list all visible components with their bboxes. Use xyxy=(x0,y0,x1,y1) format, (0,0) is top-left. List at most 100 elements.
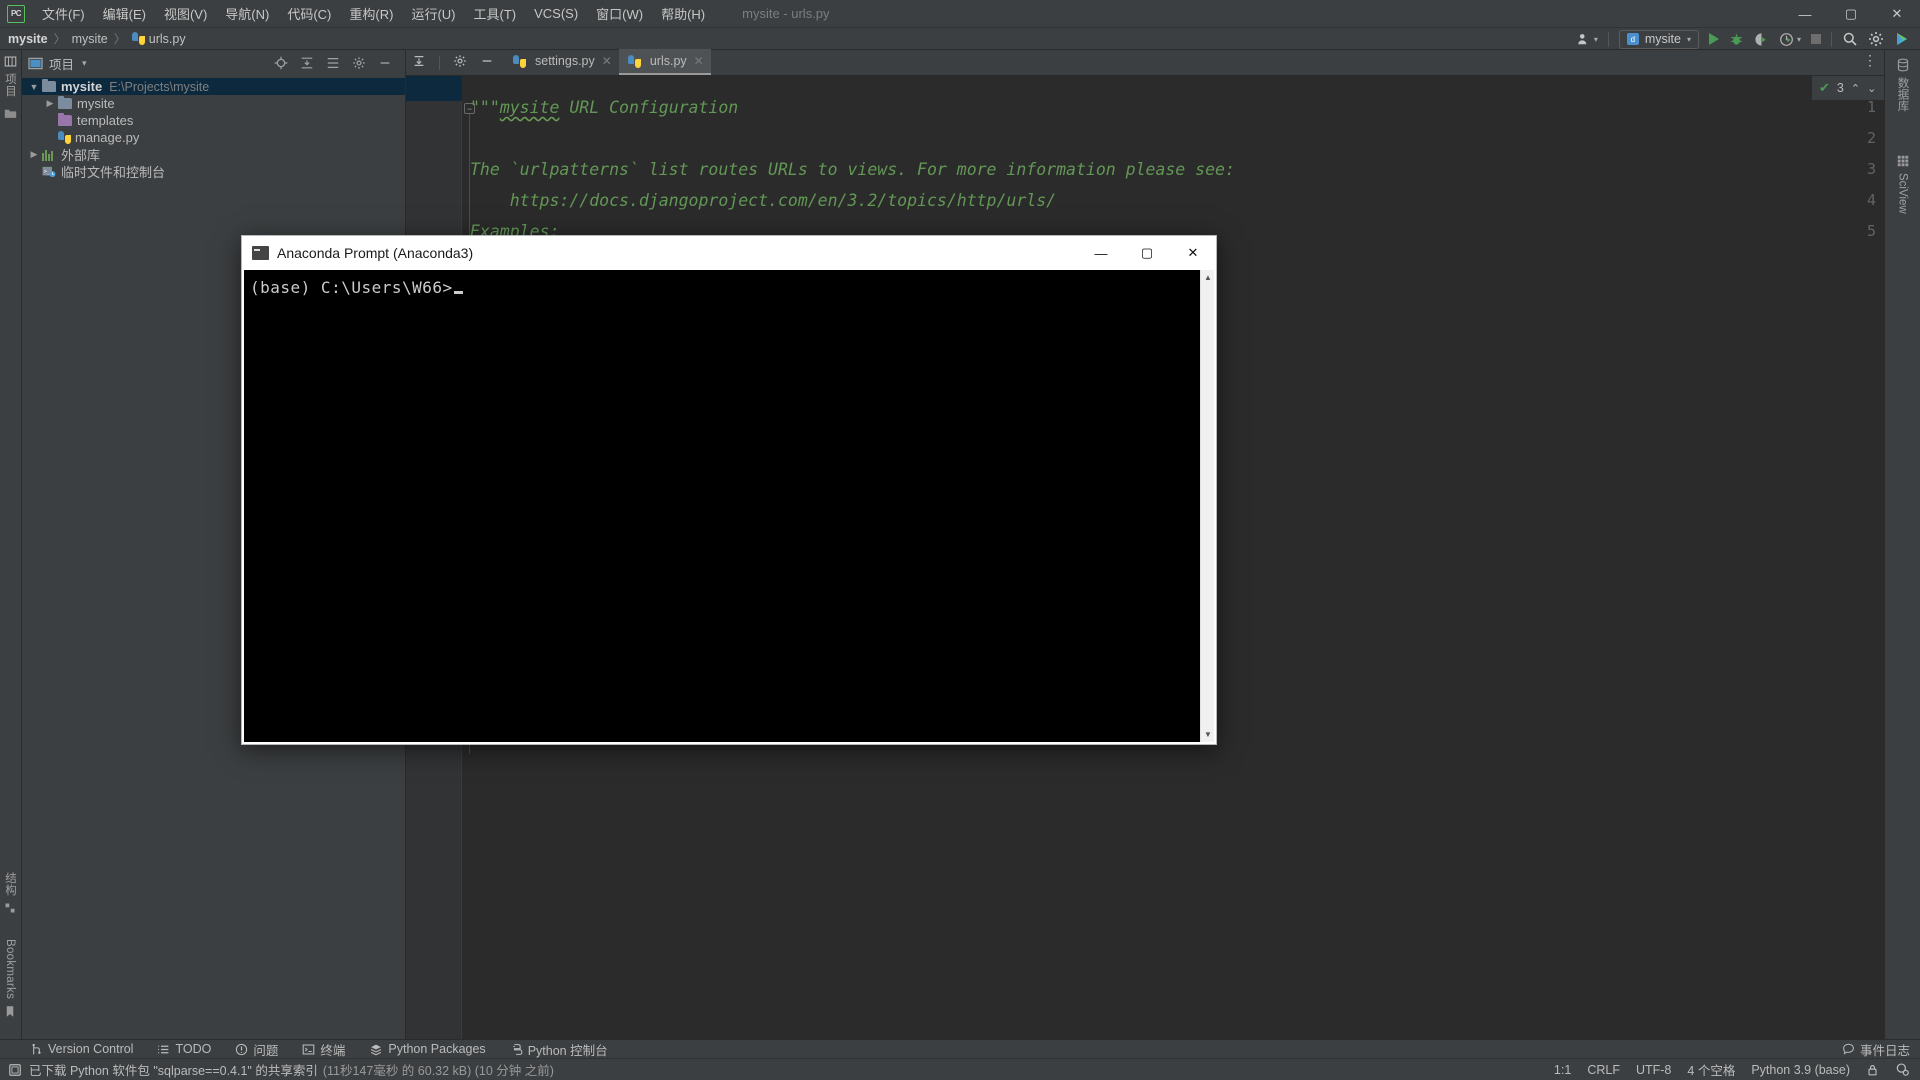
window-close-button[interactable]: ✕ xyxy=(1874,0,1920,28)
editor-more-icon[interactable]: ⋮ xyxy=(1863,52,1878,69)
menu-help[interactable]: 帮助(H) xyxy=(652,0,714,27)
python-file-icon xyxy=(513,54,526,68)
hide-panel-icon[interactable] xyxy=(377,55,393,71)
locate-icon[interactable] xyxy=(273,55,289,71)
inspection-widget[interactable]: ✔ 3 ⌃ ⌄ xyxy=(1812,76,1884,100)
tab-close-icon[interactable]: ✕ xyxy=(694,54,704,68)
breadcrumb-project[interactable]: mysite xyxy=(8,32,48,46)
breadcrumb-folder[interactable]: mysite xyxy=(72,32,108,46)
collapse-all-icon[interactable] xyxy=(299,55,315,71)
rail-structure[interactable]: 结构 xyxy=(2,872,18,915)
tool-python-packages[interactable]: Python Packages xyxy=(369,1042,486,1056)
breadcrumb-separator-1: 〉 xyxy=(53,32,66,46)
editor-expand-icon[interactable] xyxy=(412,54,426,71)
tool-version-control[interactable]: Version Control xyxy=(30,1042,133,1056)
folder-rail-icon[interactable] xyxy=(3,106,17,120)
search-icon[interactable] xyxy=(1842,31,1858,47)
terminal-output-area[interactable]: (base) C:\Users\W66> xyxy=(244,270,1201,742)
editor-hide-icon[interactable] xyxy=(480,54,494,71)
account-icon[interactable]: ▾ xyxy=(1577,32,1598,46)
settings-icon[interactable] xyxy=(351,55,367,71)
inspector-icon[interactable] xyxy=(1895,1062,1910,1077)
python-interpreter[interactable]: Python 3.9 (base) xyxy=(1751,1063,1850,1077)
menu-navigate[interactable]: 导航(N) xyxy=(216,0,278,27)
dialog-maximize-button[interactable]: ▢ xyxy=(1124,236,1170,270)
tree-node-templates[interactable]: templates xyxy=(22,112,405,129)
dialog-minimize-button[interactable]: — xyxy=(1078,236,1124,270)
inspection-next-button[interactable]: ⌄ xyxy=(1867,82,1876,95)
file-encoding[interactable]: UTF-8 xyxy=(1636,1063,1671,1077)
dialog-close-button[interactable]: ✕ xyxy=(1170,236,1216,270)
window-maximize-button[interactable]: ▢ xyxy=(1828,0,1874,28)
rail-item-database[interactable]: 数据库 xyxy=(1895,58,1911,112)
dialog-window-controls: — ▢ ✕ xyxy=(1078,236,1216,270)
menu-tools[interactable]: 工具(T) xyxy=(464,0,525,27)
tab-settings-py[interactable]: settings.py ✕ xyxy=(504,49,619,75)
tool-python-console[interactable]: Python 控制台 xyxy=(510,1040,608,1059)
tool-todo[interactable]: TODO xyxy=(157,1042,211,1056)
tool-todo-label: TODO xyxy=(175,1042,212,1056)
anaconda-prompt-window[interactable]: Anaconda Prompt (Anaconda3) — ▢ ✕ (base)… xyxy=(241,235,1217,745)
tree-node-外部库[interactable]: ▶ 外部库 xyxy=(22,146,405,163)
scrollbar-up-arrow[interactable]: ▲ xyxy=(1201,270,1215,285)
caret-position[interactable]: 1:1 xyxy=(1554,1063,1571,1077)
updates-icon[interactable] xyxy=(1894,31,1910,47)
tree-node-mysite[interactable]: ▶ mysite xyxy=(22,95,405,112)
project-panel-title: 项目 xyxy=(49,57,75,72)
balloon-icon xyxy=(1843,1043,1854,1055)
notification-icon[interactable] xyxy=(8,1063,22,1077)
stop-button[interactable] xyxy=(1811,34,1821,44)
rail-item-sciview[interactable]: SciView xyxy=(1896,154,1910,213)
tool-problems[interactable]: 问题 xyxy=(235,1040,278,1059)
menu-code[interactable]: 代码(C) xyxy=(278,0,340,27)
terminal-scrollbar[interactable]: ▲ ▼ xyxy=(1200,270,1214,742)
editor-settings-icon[interactable] xyxy=(453,54,467,71)
project-panel-icon[interactable] xyxy=(3,54,17,68)
run-configuration-selector[interactable]: d mysite ▾ xyxy=(1618,29,1699,49)
menu-edit[interactable]: 编辑(E) xyxy=(94,0,155,27)
breadcrumb-file[interactable]: urls.py xyxy=(149,32,186,46)
dialog-title-bar[interactable]: Anaconda Prompt (Anaconda3) — ▢ ✕ xyxy=(242,236,1216,270)
chevron-right-icon[interactable]: ▶ xyxy=(26,149,42,160)
window-title: mysite - urls.py xyxy=(742,6,830,21)
coverage-button[interactable] xyxy=(1754,32,1769,47)
window-minimize-button[interactable]: — xyxy=(1782,0,1828,28)
inspection-previous-button[interactable]: ⌃ xyxy=(1851,82,1860,95)
folder-module-wrap xyxy=(58,95,77,109)
debug-button[interactable] xyxy=(1729,32,1744,47)
chevron-down-icon[interactable]: ▼ xyxy=(26,82,42,92)
scrollbar-down-arrow[interactable]: ▼ xyxy=(1201,727,1215,742)
run-button[interactable] xyxy=(1708,33,1719,45)
menu-vcs[interactable]: VCS(S) xyxy=(525,2,587,25)
expand-all-icon[interactable] xyxy=(325,55,341,71)
line-separator[interactable]: CRLF xyxy=(1587,1063,1620,1077)
python-file-wrap xyxy=(58,131,75,144)
branch-icon xyxy=(30,1043,43,1056)
tool-terminal-label: 终端 xyxy=(320,1043,346,1058)
profile-button[interactable]: ▾ xyxy=(1779,32,1801,47)
rail-bookmarks[interactable]: Bookmarks xyxy=(3,939,17,1018)
problems-icon xyxy=(235,1043,248,1056)
tree-node-mysite[interactable]: ▼ mysite E:\Projects\mysite xyxy=(22,78,405,95)
menu-refactor[interactable]: 重构(R) xyxy=(340,0,402,27)
tree-node-临时文件和控制台[interactable]: >_ 临时文件和控制台 xyxy=(22,163,405,180)
status-bar: 已下载 Python 软件包 "sqlparse==0.4.1" 的共享索引 (… xyxy=(0,1058,1920,1080)
menu-file[interactable]: 文件(F) xyxy=(33,0,94,27)
code-line: https://docs.djangoproject.com/en/3.2/to… xyxy=(470,191,1057,210)
tree-node-manage.py[interactable]: manage.py xyxy=(22,129,405,146)
tab-close-icon[interactable]: ✕ xyxy=(602,54,612,68)
menu-view[interactable]: 视图(V) xyxy=(155,0,216,27)
rail-project-label[interactable]: 项目 xyxy=(2,73,18,97)
lock-icon[interactable] xyxy=(1866,1063,1879,1077)
menu-window[interactable]: 窗口(W) xyxy=(587,0,652,27)
indent-setting[interactable]: 4 个空格 xyxy=(1687,1060,1735,1079)
tool-terminal[interactable]: 终端 xyxy=(302,1040,345,1059)
module-folder-icon xyxy=(58,95,72,109)
gear-icon[interactable] xyxy=(1868,31,1884,47)
project-panel-caret[interactable]: ▾ xyxy=(82,58,87,69)
event-log-button[interactable]: 事件日志 xyxy=(1842,1040,1920,1059)
menu-run[interactable]: 运行(U) xyxy=(402,0,464,27)
tree-node-label: mysite xyxy=(77,96,115,111)
tab-urls-py[interactable]: urls.py ✕ xyxy=(618,49,711,75)
chevron-right-icon[interactable]: ▶ xyxy=(42,98,58,109)
